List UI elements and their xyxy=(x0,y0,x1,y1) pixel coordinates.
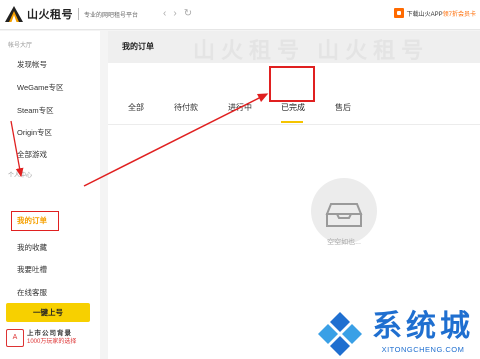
page-title: 我的订单 xyxy=(122,42,154,51)
sidebar-item-origin[interactable]: Origin专区 xyxy=(17,127,52,139)
logo-divider xyxy=(78,8,79,20)
sidebar-section-personal: 个人中心 xyxy=(8,173,33,179)
sidebar-item-all-games[interactable]: 全部游戏 xyxy=(17,149,47,161)
tab-all[interactable]: 全部 xyxy=(128,102,144,113)
listed-line1: 上市公司背景 xyxy=(27,330,72,337)
watermark-text: 系统城 XITONGCHENG.COM xyxy=(372,308,474,354)
sidebar-item-favorites[interactable]: 我的收藏 xyxy=(17,242,47,254)
refresh-icon[interactable]: ↻ xyxy=(184,8,192,20)
download-icon xyxy=(393,8,404,18)
sidebar-item-my-orders[interactable]: 我的订单 xyxy=(11,211,59,231)
slogan: 专业的网吧租号平台 xyxy=(84,12,139,19)
download-prefix: 下载山火APP xyxy=(406,11,443,18)
tab-after-sales[interactable]: 售后 xyxy=(335,102,351,113)
download-app-link[interactable]: 下载山火APP领7折会员卡 xyxy=(393,8,476,18)
sidebar-section-hall: 帐号大厅 xyxy=(8,43,33,49)
back-icon[interactable]: ‹ xyxy=(163,8,166,20)
brand-name: 山火租号 xyxy=(27,9,73,21)
listed-line2: 1000万玩家的选择 xyxy=(27,339,77,345)
empty-inbox-icon xyxy=(311,178,377,244)
xitongcheng-logo-icon xyxy=(314,308,366,356)
banner-watermark: 山火租号 山火租号 xyxy=(193,38,430,63)
site-watermark: 系统城 XITONGCHENG.COM xyxy=(314,308,474,356)
watermark-name: 系统城 xyxy=(372,308,474,344)
tab-completed[interactable]: 已完成 xyxy=(281,102,305,113)
sidebar-item-support[interactable]: 在线客服 xyxy=(17,287,47,299)
sidebar-item-feedback[interactable]: 我要吐槽 xyxy=(17,264,47,276)
tab-in-progress[interactable]: 进行中 xyxy=(228,102,252,113)
one-key-login-button[interactable]: 一键上号 xyxy=(6,303,90,322)
download-accent: 领7折会员卡 xyxy=(442,11,476,18)
listed-badge-icon: A xyxy=(6,329,24,347)
download-text: 下载山火APP领7折会员卡 xyxy=(407,9,476,18)
mountain-fire-icon xyxy=(4,5,24,23)
listed-text: 上市公司背景 1000万玩家的选择 xyxy=(27,329,76,347)
forward-icon[interactable]: › xyxy=(173,8,176,20)
empty-state-text: 空空如也... xyxy=(327,239,361,246)
sidebar-item-wegame[interactable]: WeGame专区 xyxy=(17,82,64,94)
sidebar-item-steam[interactable]: Steam专区 xyxy=(17,105,54,117)
orders-banner: 山火租号 山火租号 我的订单 xyxy=(108,31,480,63)
logo[interactable]: 山火租号 专业的网吧租号平台 xyxy=(4,5,138,23)
browser-nav: ‹ › ↻ xyxy=(163,8,192,20)
annotation-box-completed-tab xyxy=(269,66,315,102)
tab-pending-payment[interactable]: 待付款 xyxy=(174,102,198,113)
sidebar-item-discover[interactable]: 发现帐号 xyxy=(17,59,47,71)
listed-company-badge: A 上市公司背景 1000万玩家的选择 xyxy=(6,329,76,347)
watermark-url: XITONGCHENG.COM xyxy=(381,344,465,354)
active-tab-indicator xyxy=(281,121,303,123)
top-bar: 山火租号 专业的网吧租号平台 ‹ › ↻ 下载山火APP领7折会员卡 xyxy=(0,0,480,30)
